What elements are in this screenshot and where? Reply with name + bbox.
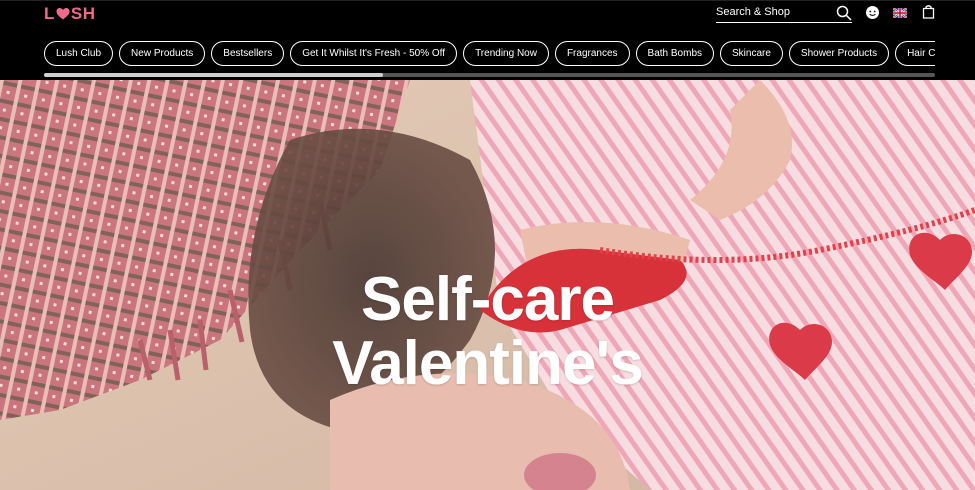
- hero-headline: Self-care Valentine's: [0, 268, 975, 396]
- category-nav: Lush Club New Products Bestsellers Get It W…: [44, 41, 935, 66]
- nav-pill[interactable]: Bestsellers: [211, 41, 285, 66]
- nav-scrollbar[interactable]: [44, 73, 935, 77]
- nav-pill[interactable]: Hair Care: [895, 41, 935, 66]
- nav-pill[interactable]: Trending Now: [463, 41, 549, 66]
- hero-banner[interactable]: Self-care Valentine's: [0, 80, 975, 490]
- nav-pill[interactable]: Shower Products: [788, 41, 890, 66]
- nav-pill[interactable]: Get It Whilst It's Fresh - 50% Off: [290, 41, 458, 66]
- logo-letters-sh: SH: [70, 4, 96, 23]
- logo-letter-l: L: [44, 4, 55, 23]
- account-icon[interactable]: [865, 5, 880, 20]
- search-bar[interactable]: [716, 4, 852, 23]
- site-header: L SH Lush ClubNew ProductsBestsellersGet…: [0, 0, 975, 80]
- nav-pill[interactable]: Lush Club: [44, 41, 114, 66]
- nav-pill[interactable]: Skincare: [720, 41, 783, 66]
- nav-pill[interactable]: Bath Bombs: [635, 41, 715, 66]
- nav-pill[interactable]: New Products: [119, 41, 206, 66]
- hero-headline-line1: Self-care: [361, 265, 615, 334]
- nav-pill[interactable]: Fragrances: [554, 41, 630, 66]
- search-input[interactable]: [716, 4, 826, 20]
- category-nav-track: Lush Club New Products Bestsellers Get It W…: [44, 41, 935, 66]
- uk-flag-icon[interactable]: [893, 8, 907, 18]
- bag-icon[interactable]: [921, 4, 936, 19]
- hero-headline-line2: Valentine's: [332, 329, 643, 398]
- lush-logo[interactable]: L SH: [44, 4, 96, 23]
- nav-scrollbar-thumb[interactable]: [44, 73, 383, 77]
- search-icon[interactable]: [836, 5, 852, 21]
- heart-icon: [56, 8, 70, 20]
